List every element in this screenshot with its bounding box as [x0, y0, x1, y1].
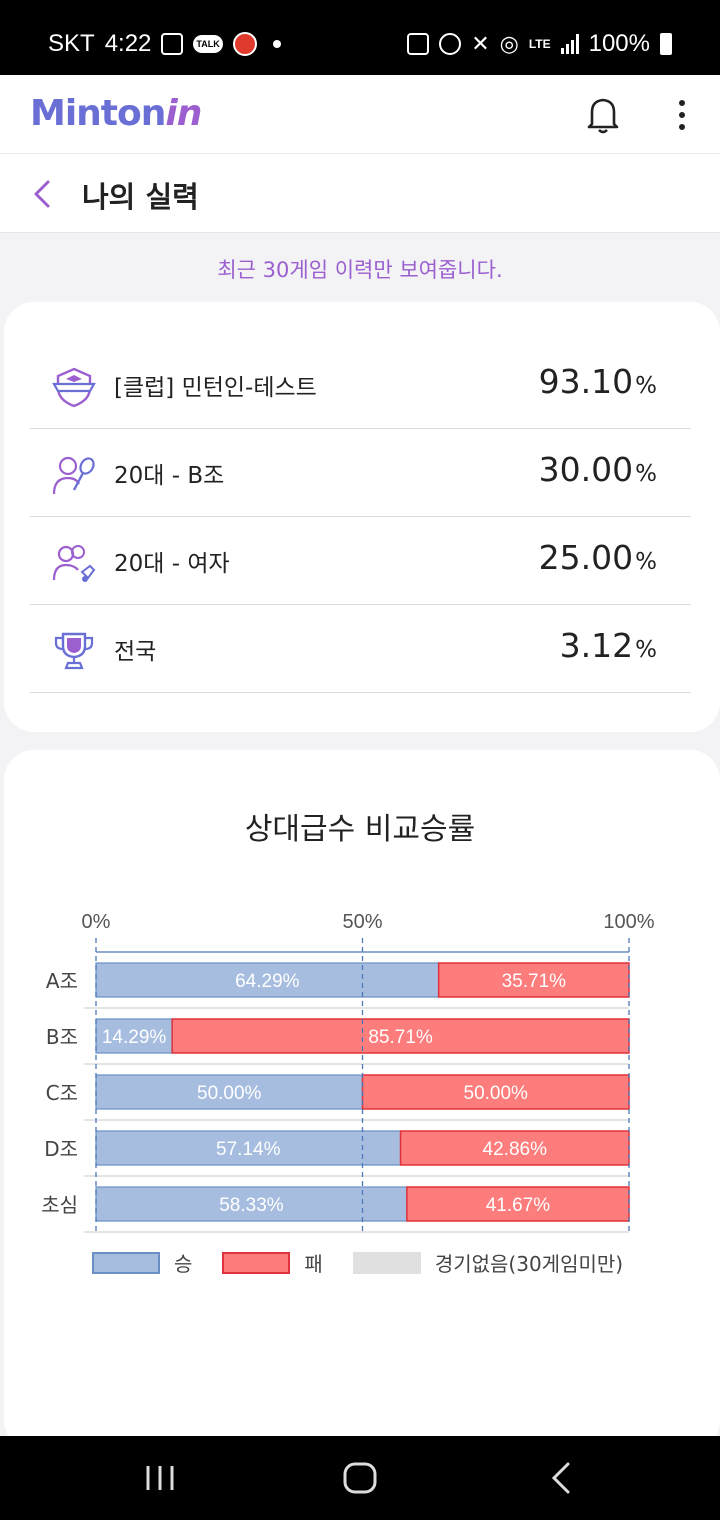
back-button[interactable] — [28, 178, 56, 210]
title-bar: 나의 실력 — [0, 154, 720, 233]
x-tick-label: 50% — [342, 911, 382, 933]
ranking-label: 20대 - 여자 — [114, 551, 230, 577]
back-nav-button[interactable] — [542, 1458, 582, 1498]
app-logo[interactable]: Mintonin — [30, 93, 202, 134]
chart-title: 상대급수 비교승률 — [244, 812, 476, 847]
sync-icon — [407, 33, 430, 55]
x-tick-label: 0% — [82, 911, 111, 933]
data-label-win: 64.29% — [235, 971, 300, 992]
legend-swatch-loss — [222, 1251, 291, 1274]
notification-bell-icon[interactable] — [584, 95, 622, 135]
win-rate-chart: 64.29% 35.71% A조 14.29% 85.71% B조 50.00% 50.00%… — [41, 911, 655, 1233]
logo-text-accent: in — [165, 93, 202, 134]
legend-swatch-win — [92, 1251, 160, 1274]
category-label: B조 — [46, 1025, 78, 1049]
battery-icon — [660, 33, 672, 55]
clock: 4:22 — [104, 30, 152, 57]
players-shuttlecock-icon — [52, 545, 96, 582]
data-label-win: 50.00% — [197, 1083, 262, 1104]
chart-legend: 승 패 경기없음(30게임미만) — [92, 1248, 653, 1277]
club-shield-icon — [52, 367, 96, 408]
alarm-icon — [439, 33, 462, 55]
data-label-win: 57.14% — [216, 1139, 281, 1160]
more-menu-icon[interactable] — [670, 97, 694, 133]
ranking-row-club[interactable]: [클럽] 민턴인-테스트 93.10% — [30, 342, 691, 429]
legend-label-loss: 패 — [304, 1252, 323, 1276]
page-title: 나의 실력 — [82, 180, 199, 214]
more-notifications-icon — [272, 40, 281, 48]
ranking-row-age-gender[interactable]: 20대 - 여자 25.00% — [30, 518, 691, 605]
ranking-row-age-grade[interactable]: 20대 - B조 30.00% — [30, 430, 691, 517]
network-type-label: LTE — [528, 37, 551, 51]
hotspot-icon: ◎ — [499, 31, 519, 56]
history-notice: 최근 30게임 이력만 보여줍니다. — [217, 258, 503, 282]
ranking-value: 25.00% — [538, 538, 657, 577]
x-tick-label: 100% — [603, 911, 654, 933]
signal-icon — [560, 34, 579, 54]
home-button[interactable] — [340, 1458, 380, 1498]
recent-apps-button[interactable] — [140, 1458, 180, 1498]
data-label-loss: 50.00% — [464, 1083, 529, 1104]
logo-text-main: Minton — [30, 93, 166, 134]
data-label-win: 14.29% — [102, 1027, 167, 1048]
carrier-label: SKT — [48, 30, 95, 57]
category-label: A조 — [46, 969, 78, 993]
legend-label-win: 승 — [174, 1252, 193, 1276]
data-label-loss: 85.71% — [368, 1027, 433, 1048]
data-label-loss: 35.71% — [502, 971, 567, 992]
ranking-row-national[interactable]: 전국 3.12% — [30, 606, 691, 693]
app-notification-icon — [232, 32, 257, 56]
data-label-win: 58.33% — [219, 1195, 284, 1216]
ranking-label: [클럽] 민턴인-테스트 — [114, 375, 317, 401]
mute-icon: ✕ — [471, 31, 490, 56]
ranking-label: 20대 - B조 — [114, 463, 225, 489]
category-label: D조 — [44, 1137, 78, 1161]
kakaotalk-notification-icon: TALK — [193, 35, 223, 53]
category-label: C조 — [46, 1081, 78, 1105]
app-bar: Mintonin — [0, 75, 720, 154]
ranking-card: [클럽] 민턴인-테스트 93.10% 20대 - B조 30.00% 20대 … — [4, 302, 720, 732]
gallery-notification-icon — [161, 33, 184, 55]
ranking-value: 3.12% — [559, 626, 657, 665]
status-bar: SKT 4:22 TALK ✕ ◎ LTE 100% — [0, 0, 720, 75]
category-label: 초심 — [41, 1193, 78, 1217]
ranking-value: 30.00% — [538, 450, 657, 489]
system-navigation-bar — [0, 1436, 720, 1520]
player-badminton-icon — [52, 456, 95, 495]
legend-swatch-no-game — [352, 1251, 421, 1274]
legend-label-no-game: 경기없음(30게임미만) — [434, 1252, 624, 1276]
battery-percent: 100% — [588, 30, 650, 57]
ranking-label: 전국 — [114, 639, 157, 665]
data-label-loss: 41.67% — [486, 1195, 551, 1216]
ranking-value: 93.10% — [538, 362, 657, 401]
data-label-loss: 42.86% — [483, 1139, 548, 1160]
trophy-icon — [54, 632, 94, 670]
